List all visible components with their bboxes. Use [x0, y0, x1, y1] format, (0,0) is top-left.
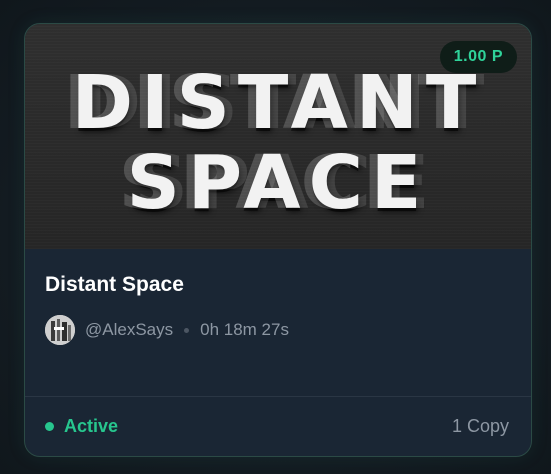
thumbnail-title-line1: DISTANT	[71, 60, 485, 146]
item-card[interactable]: DISTANT SPACE 1.00 P Distant Space @Alex…	[24, 23, 532, 457]
thumbnail-title-line2: SPACE	[126, 140, 430, 226]
thumbnail[interactable]: DISTANT SPACE 1.00 P	[25, 24, 531, 249]
card-title[interactable]: Distant Space	[45, 273, 184, 297]
status-label: Active	[64, 416, 119, 436]
card-meta: @AlexSays 0h 18m 27s	[45, 314, 289, 346]
status-indicator: Active	[45, 416, 118, 437]
author-handle[interactable]: @AlexSays	[85, 320, 173, 340]
price-badge: 1.00 P	[439, 41, 517, 73]
status-dot-icon	[45, 422, 54, 431]
copy-count: 1 Copy	[451, 416, 509, 436]
card-footer: Active 1 Copy	[25, 397, 531, 456]
card-body: Distant Space @AlexSays 0h 18m 27s	[25, 249, 531, 397]
duration: 0h 18m 27s	[200, 320, 289, 339]
avatar-icon[interactable]	[45, 315, 75, 345]
separator-dot	[184, 327, 190, 333]
